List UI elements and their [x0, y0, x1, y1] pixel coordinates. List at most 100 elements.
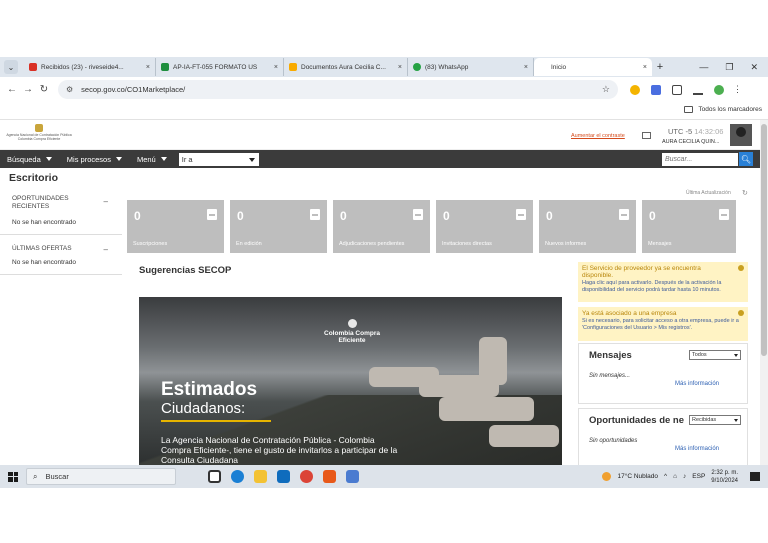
- forward-icon[interactable]: →: [20, 84, 36, 95]
- browser-menu-icon[interactable]: ⋮: [733, 84, 742, 95]
- back-icon[interactable]: ←: [4, 84, 20, 95]
- app-icon[interactable]: [346, 470, 359, 483]
- office-icon[interactable]: [323, 470, 336, 483]
- close-icon[interactable]: [738, 310, 744, 316]
- more-info-link[interactable]: Más información: [589, 446, 719, 452]
- menu-menu[interactable]: Menú: [137, 155, 167, 164]
- screen-top-margin: [0, 0, 768, 57]
- promo-banner[interactable]: Colombia Compra Eficiente Estimados Ciud…: [139, 297, 562, 465]
- close-icon[interactable]: ×: [643, 64, 647, 71]
- tile-invitaciones[interactable]: 0 Invitaciones directas: [436, 200, 533, 253]
- extension-icon[interactable]: [651, 84, 661, 95]
- all-bookmarks-button[interactable]: Todos los marcadores: [684, 106, 762, 113]
- download-icon[interactable]: [693, 84, 703, 95]
- mail-icon[interactable]: [642, 132, 651, 139]
- collapse-icon[interactable]: –: [104, 245, 108, 254]
- tab-gmail[interactable]: Recibidos (23) - riveseide4... ×: [24, 58, 156, 76]
- menu-label: Menú: [136, 154, 156, 164]
- tile-count: 0: [649, 209, 656, 223]
- menu-label: Búsqueda: [7, 154, 41, 164]
- sidebar-section-title: ÚLTIMAS OFERTAS: [12, 245, 72, 252]
- briefcase-icon: [413, 209, 423, 220]
- tile-count: 0: [443, 209, 450, 223]
- page-scrollbar[interactable]: [760, 120, 768, 465]
- contrast-link[interactable]: Aumentar el contraste: [571, 133, 625, 139]
- volume-icon[interactable]: ♪: [683, 473, 686, 480]
- tab-inicio[interactable]: Inicio ×: [534, 58, 652, 76]
- notice-provider-service[interactable]: El Servicio de proveedor ya se encuentra…: [578, 262, 748, 302]
- briefcase-icon: [619, 209, 629, 220]
- notice-company[interactable]: Ya está asociado a una empresa Si es nec…: [578, 307, 748, 341]
- extensions-puzzle-icon[interactable]: [672, 84, 682, 95]
- task-view-icon[interactable]: [208, 470, 221, 483]
- tile-informes[interactable]: 0 Nuevos informes: [539, 200, 636, 253]
- tab-whatsapp[interactable]: (83) WhatsApp ×: [408, 58, 534, 76]
- close-icon[interactable]: [738, 265, 744, 271]
- all-bookmarks-label: Todos los marcadores: [698, 106, 762, 113]
- site-info-icon[interactable]: ⚙: [66, 85, 73, 94]
- weather-icon[interactable]: [602, 472, 612, 481]
- taskbar-clock[interactable]: 2:32 p. m. 9/10/2024: [711, 469, 738, 485]
- edge-icon[interactable]: [231, 470, 244, 483]
- close-icon[interactable]: ×: [274, 64, 278, 71]
- tab-search-icon[interactable]: ⌄: [4, 60, 18, 74]
- network-icon[interactable]: ⌂: [673, 473, 677, 480]
- windows-taskbar: ⌕ Buscar 17°C Nublado ^ ⌂ ♪ ESP 2:32 p. …: [0, 465, 768, 488]
- menu-label: Mis procesos: [66, 154, 111, 164]
- profile-avatar[interactable]: [714, 84, 724, 95]
- tab-drive[interactable]: Documentos Aura Cecilia C... ×: [284, 58, 408, 76]
- thumbs-up-graphic: [489, 425, 559, 447]
- folder-icon: [684, 106, 694, 113]
- collapse-icon[interactable]: –: [104, 197, 108, 206]
- file-explorer-icon[interactable]: [254, 470, 267, 483]
- close-icon[interactable]: ×: [146, 64, 150, 71]
- banner-brand-text: Colombia Compra Eficiente: [324, 330, 380, 344]
- avatar[interactable]: [730, 124, 752, 146]
- tile-label: En edición: [236, 241, 262, 247]
- tile-en-edicion[interactable]: 0 En edición: [230, 200, 327, 253]
- mail-app-icon[interactable]: [277, 470, 290, 483]
- whatsapp-icon: [413, 63, 421, 71]
- tile-suscripciones[interactable]: 0 Suscripciones: [127, 200, 224, 253]
- secop-page: Agencia Nacional de Contratación Pública…: [0, 120, 760, 465]
- bookmarks-bar: Todos los marcadores: [0, 102, 768, 120]
- refresh-icon[interactable]: ↻: [742, 189, 748, 197]
- close-icon[interactable]: ×: [524, 64, 528, 71]
- sidebar-section-ofertas: ÚLTIMAS OFERTAS – No se han encontrado: [0, 235, 122, 275]
- tab-sheets[interactable]: AP-IA-FT-055 FORMATO US ×: [156, 58, 284, 76]
- tile-count: 0: [237, 209, 244, 223]
- tile-mensajes[interactable]: 0 Mensajes: [642, 200, 736, 253]
- taskbar-search[interactable]: ⌕ Buscar: [26, 468, 176, 485]
- menu-busqueda[interactable]: Búsqueda: [7, 155, 52, 164]
- search-button[interactable]: 🔍︎: [739, 152, 753, 166]
- reload-icon[interactable]: ↻: [36, 84, 52, 95]
- windows-start-icon[interactable]: [8, 471, 18, 482]
- notification-icon[interactable]: [750, 472, 760, 481]
- search-input[interactable]: [662, 153, 738, 166]
- go-to-select[interactable]: Ir a: [178, 152, 259, 166]
- new-tab-button[interactable]: +: [652, 61, 668, 73]
- bookmark-star-icon[interactable]: ☆: [602, 84, 610, 95]
- scrollbar-thumb[interactable]: [761, 124, 767, 356]
- extension-icon[interactable]: [630, 84, 640, 95]
- chevron-up-icon[interactable]: ^: [664, 473, 667, 480]
- minimize-icon[interactable]: —: [699, 62, 708, 73]
- weather-text[interactable]: 17°C Nublado: [617, 473, 658, 480]
- language-indicator[interactable]: ESP: [692, 473, 705, 480]
- address-bar[interactable]: ⚙ secop.gov.co/CO1Marketplace/ ☆: [58, 80, 618, 99]
- banner-accent-bar: [161, 420, 271, 422]
- restore-icon[interactable]: ❐: [725, 62, 733, 73]
- menu-mis-procesos[interactable]: Mis procesos: [67, 155, 122, 164]
- tile-adjudicaciones[interactable]: 0 Adjudicaciones pendientes: [333, 200, 430, 253]
- opportunities-filter-select[interactable]: Recibidas: [689, 415, 741, 425]
- suggestions-title: Sugerencias SECOP: [139, 265, 232, 276]
- server-clock: UTC -5 14:32:06: [668, 127, 723, 136]
- messages-filter-select[interactable]: Todos: [689, 350, 741, 360]
- user-name[interactable]: AURA CECILIA QUIN...: [662, 139, 719, 145]
- chrome-icon[interactable]: [300, 470, 313, 483]
- close-window-icon[interactable]: ✕: [750, 62, 758, 73]
- select-value: Ir a: [181, 154, 193, 164]
- more-info-link[interactable]: Más información: [589, 381, 719, 387]
- agency-logo[interactable]: Agencia Nacional de Contratación Pública…: [6, 124, 72, 141]
- close-icon[interactable]: ×: [398, 64, 402, 71]
